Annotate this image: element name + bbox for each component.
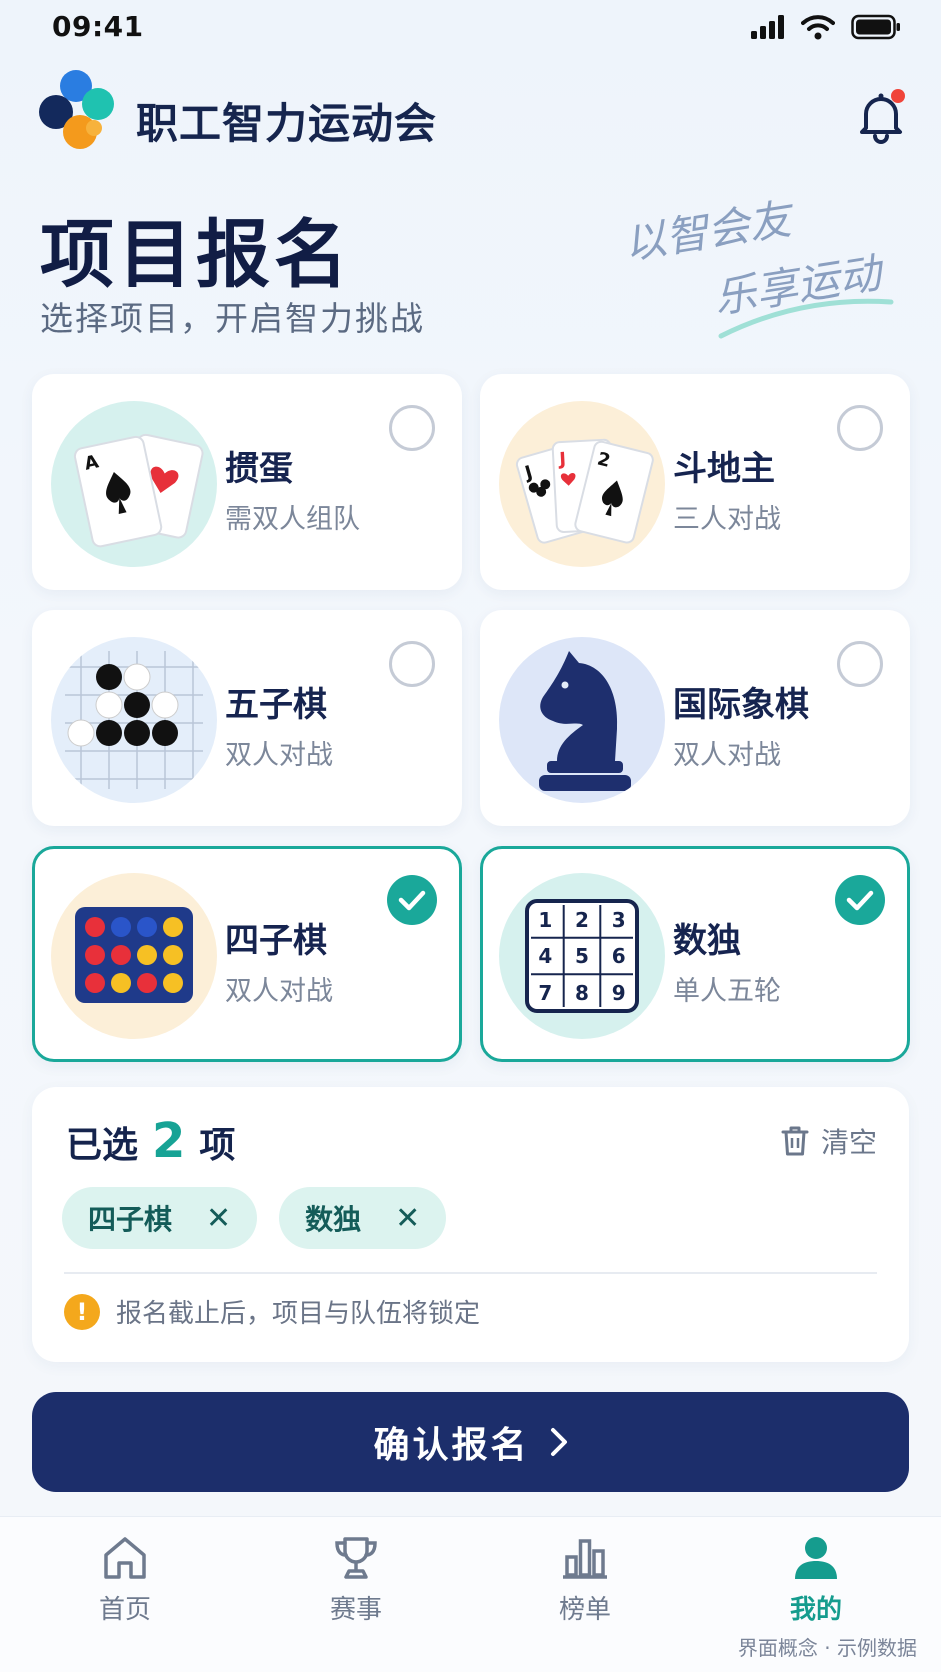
- tab-home[interactable]: 首页: [65, 1535, 185, 1626]
- event-name: 国际象棋: [673, 685, 809, 725]
- status-bar: 09:41: [0, 0, 941, 58]
- confirm-button[interactable]: 确认报名: [32, 1392, 909, 1492]
- chip-sudoku: 数独 ✕: [279, 1187, 447, 1249]
- playing-cards-icon: A: [73, 433, 204, 548]
- notification-button[interactable]: [856, 88, 906, 144]
- connect-four-icon: [75, 907, 193, 1003]
- event-desc: 单人五轮: [673, 976, 781, 1007]
- page-subtitle: 选择项目，开启智力挑战: [40, 299, 425, 338]
- connect-four-art: [51, 873, 217, 1039]
- svg-text:8: 8: [575, 981, 589, 1005]
- select-radio[interactable]: [837, 641, 883, 687]
- wifi-icon: [801, 15, 835, 40]
- event-name: 四子棋: [225, 921, 327, 961]
- event-desc: 双人对战: [673, 740, 781, 771]
- chess-art: [499, 637, 665, 803]
- tab-leaderboard[interactable]: 榜单: [525, 1535, 645, 1626]
- select-radio[interactable]: [837, 405, 883, 451]
- event-name: 数独: [673, 921, 741, 961]
- chart-icon: [563, 1539, 607, 1579]
- event-name: 斗地主: [673, 449, 775, 489]
- chip-label: 四子棋: [88, 1203, 173, 1236]
- event-card-gomoku[interactable]: 五子棋 双人对战: [32, 610, 462, 826]
- sudoku-grid-icon: 123 456 789: [525, 899, 639, 1013]
- selected-count: 已选 2 项: [66, 1113, 235, 1169]
- select-radio[interactable]: [389, 405, 435, 451]
- deadline-notice: ! 报名截止后，项目与队伍将锁定: [64, 1293, 480, 1330]
- tab-label: 榜单: [558, 1595, 611, 1625]
- status-time: 09:41: [52, 10, 144, 43]
- selected-chips: 四子棋 ✕ 数独 ✕: [62, 1187, 447, 1249]
- gomoku-art: [51, 637, 217, 803]
- app-logo: [39, 70, 114, 149]
- chip-label: 数独: [305, 1203, 362, 1236]
- selected-check[interactable]: [835, 875, 885, 925]
- home-icon: [104, 1537, 146, 1579]
- doudizhu-art: J J 2: [499, 401, 665, 567]
- check-icon: [846, 890, 874, 911]
- clear-button[interactable]: 清空: [781, 1121, 877, 1161]
- event-card-sudoku[interactable]: 123 456 789 数独 单人五轮: [480, 846, 910, 1062]
- selected-number: 2: [152, 1113, 186, 1169]
- tab-profile[interactable]: 我的: [756, 1535, 876, 1626]
- selected-suffix: 项: [199, 1125, 236, 1166]
- check-icon: [398, 890, 426, 911]
- event-name: 五子棋: [225, 685, 327, 725]
- svg-text:9: 9: [612, 981, 626, 1005]
- svg-text:1: 1: [538, 908, 552, 932]
- selected-check[interactable]: [387, 875, 437, 925]
- svg-text:3: 3: [612, 908, 626, 932]
- svg-text:2: 2: [575, 908, 589, 932]
- chess-knight-icon: [539, 651, 631, 791]
- event-card-chess[interactable]: 国际象棋 双人对战: [480, 610, 910, 826]
- tab-label: 我的: [789, 1595, 842, 1625]
- svg-text:4: 4: [538, 944, 552, 968]
- event-desc: 双人对战: [225, 976, 333, 1007]
- battery-icon: [851, 14, 900, 40]
- event-desc: 双人对战: [225, 740, 333, 771]
- tab-label: 首页: [98, 1595, 151, 1625]
- tab-events[interactable]: 赛事: [296, 1535, 416, 1626]
- chevron-right-icon: [550, 1428, 567, 1456]
- remove-chip-icon[interactable]: ✕: [206, 1201, 231, 1236]
- fan-cards-icon: J J 2: [515, 438, 654, 544]
- confirm-label: 确认报名: [373, 1425, 530, 1466]
- tab-label: 赛事: [329, 1595, 382, 1625]
- event-desc: 需双人组队: [225, 504, 360, 535]
- signal-icon: [751, 15, 784, 39]
- slogan: 以智会友 乐享运动: [621, 186, 901, 356]
- notice-text: 报名截止后，项目与队伍将锁定: [116, 1299, 481, 1329]
- trash-icon: [781, 1126, 809, 1156]
- slogan-swoosh: [718, 298, 894, 339]
- event-card-guandan[interactable]: A 掼蛋 需双人组队: [32, 374, 462, 590]
- selected-prefix: 已选: [66, 1125, 139, 1166]
- page-title: 项目报名: [40, 212, 352, 298]
- warning-icon: !: [64, 1293, 100, 1330]
- chip-connect-four: 四子棋 ✕: [62, 1187, 258, 1249]
- app-header: 职工智力运动会: [36, 68, 906, 158]
- event-card-connect-four[interactable]: 四子棋 双人对战: [32, 846, 462, 1062]
- guandan-art: A: [51, 401, 217, 567]
- trophy-icon: [335, 1537, 377, 1579]
- selection-summary: 已选 2 项 清空 四子棋 ✕ 数独 ✕ ! 报名截止后，项目与队伍将锁定: [32, 1087, 909, 1362]
- svg-text:7: 7: [538, 981, 552, 1005]
- summary-divider: [64, 1272, 877, 1274]
- status-icons: [751, 14, 901, 40]
- app-title: 职工智力运动会: [136, 99, 438, 148]
- remove-chip-icon[interactable]: ✕: [395, 1201, 420, 1236]
- sudoku-art: 123 456 789: [499, 873, 665, 1039]
- go-board-icon: [65, 651, 203, 789]
- bell-icon: [860, 89, 905, 144]
- footnote: 界面概念 · 示例数据: [737, 1636, 917, 1660]
- svg-text:5: 5: [575, 944, 589, 968]
- event-card-doudizhu[interactable]: J J 2 斗地主 三人对战: [480, 374, 910, 590]
- svg-text:6: 6: [612, 944, 626, 968]
- select-radio[interactable]: [389, 641, 435, 687]
- user-icon: [795, 1537, 837, 1579]
- event-desc: 三人对战: [673, 504, 781, 535]
- event-name: 掼蛋: [225, 449, 293, 489]
- clear-label: 清空: [820, 1126, 877, 1159]
